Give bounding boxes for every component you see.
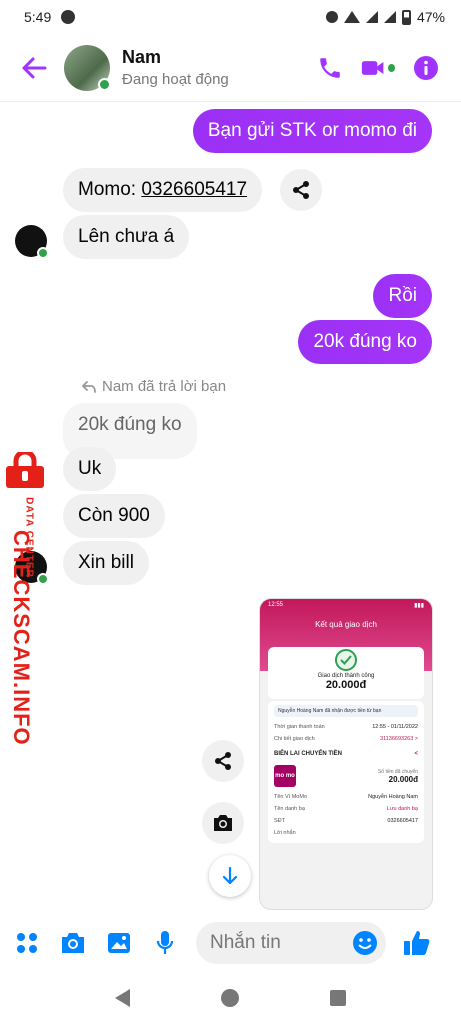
status-time: 5:49: [24, 9, 52, 25]
active-dot: [388, 63, 395, 72]
receipt-row-value: Nguyễn Hoàng Nam: [368, 794, 418, 800]
online-indicator: [37, 247, 49, 259]
message-bubble-incoming[interactable]: Momo: 0326605417: [63, 168, 263, 212]
video-camera-icon: [361, 60, 384, 75]
receipt-footer: Lời nhắn: [274, 830, 296, 836]
lock-icon: [6, 452, 44, 488]
signal-icon-2: [383, 11, 396, 23]
voice-button[interactable]: [150, 928, 180, 958]
receipt-row-value: 0326605417: [387, 818, 418, 824]
receipt-note: Nguyễn Hoàng Nam đã nhận được tiền từ bạ…: [274, 705, 418, 717]
receipt-row-label: Tên danh bạ: [274, 806, 305, 812]
message-bubble-outgoing[interactable]: 20k đúng ko: [298, 320, 432, 364]
watermark: DATA CENTER CHECKSCAM.INFO: [2, 452, 50, 746]
receipt-amount: 20.000đ: [325, 679, 367, 691]
more-actions-button[interactable]: [12, 928, 42, 958]
receipt-status-time: 12:55: [268, 602, 284, 608]
message-input[interactable]: Nhắn tin: [196, 922, 386, 964]
battery-icon: [401, 9, 411, 25]
receipt-section-title: BIÊN LAI CHUYỂN TIỀN: [274, 751, 343, 757]
message-placeholder: Nhắn tin: [210, 932, 281, 953]
momo-logo: mo mo: [274, 765, 296, 787]
gallery-button[interactable]: [104, 928, 134, 958]
reply-icon: [82, 380, 96, 393]
receipt-row-label: Chi tiết giao dịch: [274, 736, 315, 742]
receipt-row-label: Tên Ví MoMo: [274, 794, 308, 800]
grid-dots-icon: [17, 933, 37, 953]
camera-button[interactable]: [58, 928, 88, 958]
camera-icon: [62, 933, 84, 953]
share-button[interactable]: [280, 169, 322, 211]
receipt-summary: Giao dịch thành công 20.000đ: [268, 647, 424, 699]
messenger-notification-icon: [61, 10, 76, 24]
receipt-row-label: SĐT: [274, 818, 285, 824]
back-arrow-icon: [22, 57, 47, 78]
receipt-row-value: 31136693263 >: [380, 736, 418, 742]
contact-name: Nam: [122, 47, 162, 67]
like-button[interactable]: [402, 928, 432, 958]
check-icon: [335, 649, 357, 671]
signal-icon: [365, 11, 378, 23]
message-bubble-incoming[interactable]: Xin bill: [63, 541, 149, 585]
nav-home-icon[interactable]: [220, 989, 239, 1007]
microphone-icon: [156, 931, 174, 954]
wifi-icon: [343, 11, 360, 23]
reply-note-text: Nam đã trả lời bạn: [102, 378, 227, 395]
message-bubble-incoming[interactable]: Uk: [63, 447, 117, 491]
share-image-button[interactable]: [202, 740, 244, 782]
share-icon: [215, 752, 231, 770]
receipt-row-value: Lưu danh bạ: [386, 806, 418, 812]
phone-icon: [320, 57, 340, 78]
phone-number-link[interactable]: 0326605417: [141, 179, 247, 200]
info-button[interactable]: [409, 51, 443, 85]
watermark-text: CHECKSCAM.INFO: [9, 530, 34, 746]
contact-avatar[interactable]: [64, 44, 111, 91]
info-icon: [414, 55, 438, 80]
camera-icon: [214, 815, 232, 831]
back-button[interactable]: [12, 46, 56, 90]
system-nav-bar: [0, 972, 461, 1024]
dnd-icon: [325, 11, 338, 23]
share-icon: [293, 181, 309, 199]
receipt-title: Kết quả giao dịch: [315, 620, 377, 629]
voice-call-button[interactable]: [313, 51, 347, 85]
contact-status: Đang hoạt động: [122, 71, 229, 88]
nav-recents-icon[interactable]: [329, 990, 346, 1006]
receipt-image[interactable]: 12:55 ▮▮▮ Kết quả giao dịch Giao dịch thà…: [259, 598, 433, 910]
chat-header: Nam Đang hoạt động: [0, 34, 461, 102]
message-bubble-incoming[interactable]: Còn 900: [63, 494, 165, 538]
message-bubble-outgoing[interactable]: Bạn gửi STK or momo đi: [192, 109, 432, 153]
arrow-down-icon: [222, 867, 238, 885]
receipt-row-value: 12:55 - 01/11/2022: [372, 724, 418, 730]
battery-percent: 47%: [416, 9, 445, 25]
composer-bar: Nhắn tin: [0, 914, 461, 972]
emoji-icon[interactable]: [352, 930, 378, 956]
thumbs-up-icon: [404, 931, 430, 955]
sent-label: Số tiền đã chuyển: [377, 768, 418, 775]
scroll-down-button[interactable]: [209, 855, 251, 897]
image-icon: [108, 933, 130, 953]
receipt-row-label: Thời gian thanh toán: [274, 724, 325, 730]
status-bar: 5:49 47%: [0, 0, 461, 34]
message-bubble-incoming[interactable]: Lên chưa á: [63, 215, 190, 259]
contact-info[interactable]: Nam Đang hoạt động: [122, 47, 313, 88]
nav-back-icon[interactable]: [115, 989, 131, 1007]
reply-indicator: Nam đã trả lời bạn: [82, 378, 226, 395]
message-bubble-outgoing[interactable]: Rồi: [373, 274, 432, 318]
video-call-button[interactable]: [361, 51, 395, 85]
message-prefix: Momo:: [78, 179, 142, 200]
sent-amount: 20.000đ: [388, 774, 418, 784]
online-indicator: [98, 77, 111, 91]
save-image-button[interactable]: [202, 802, 244, 844]
